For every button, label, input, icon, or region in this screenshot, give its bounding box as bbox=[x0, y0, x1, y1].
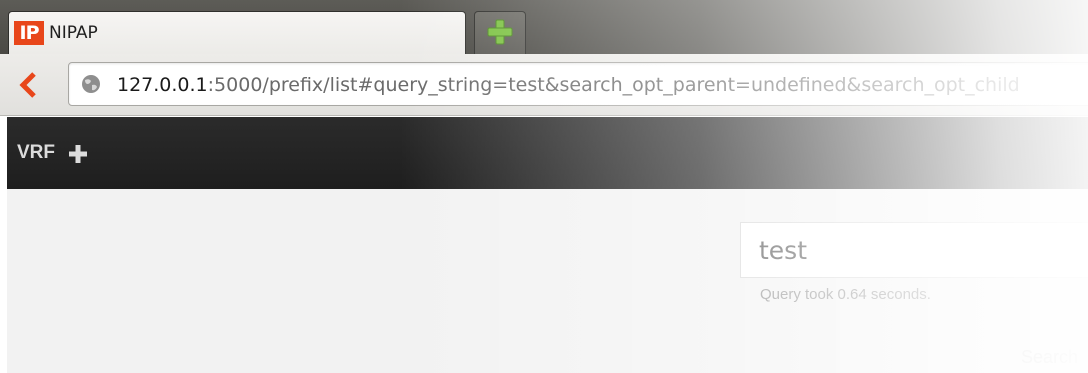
vrf-menu-label[interactable]: VRF bbox=[17, 141, 55, 165]
url-bar[interactable]: 127.0.0.1:5000/prefix/list#query_string=… bbox=[68, 62, 1088, 106]
url-text[interactable]: 127.0.0.1:5000/prefix/list#query_string=… bbox=[117, 73, 1020, 97]
navigation-bar: 127.0.0.1:5000/prefix/list#query_string=… bbox=[0, 54, 1088, 116]
search-input[interactable] bbox=[740, 222, 1088, 278]
url-host: 127.0.0.1 bbox=[117, 74, 208, 96]
plus-icon bbox=[487, 19, 513, 45]
url-path: :5000/prefix/list#query_string=test&sear… bbox=[207, 74, 1020, 96]
query-time-text: Query took 0.64 seconds. bbox=[760, 286, 931, 303]
browser-tab[interactable]: IP NIPAP bbox=[8, 11, 466, 54]
nipap-favicon: IP bbox=[14, 21, 44, 45]
app-topbar: VRF bbox=[7, 117, 1088, 189]
search-button[interactable]: Search bbox=[1021, 347, 1078, 367]
main-content: Query took 0.64 seconds. Search bbox=[7, 189, 1088, 373]
globe-icon bbox=[82, 75, 100, 93]
tab-title: NIPAP bbox=[49, 23, 98, 43]
back-arrow-icon[interactable] bbox=[14, 70, 44, 100]
plus-icon[interactable] bbox=[68, 144, 88, 164]
browser-window: IP NIPAP 127.0.0.1:5000/prefix/list#quer… bbox=[0, 0, 1088, 373]
new-tab-button[interactable] bbox=[474, 11, 526, 54]
tab-strip: IP NIPAP bbox=[0, 0, 1088, 54]
